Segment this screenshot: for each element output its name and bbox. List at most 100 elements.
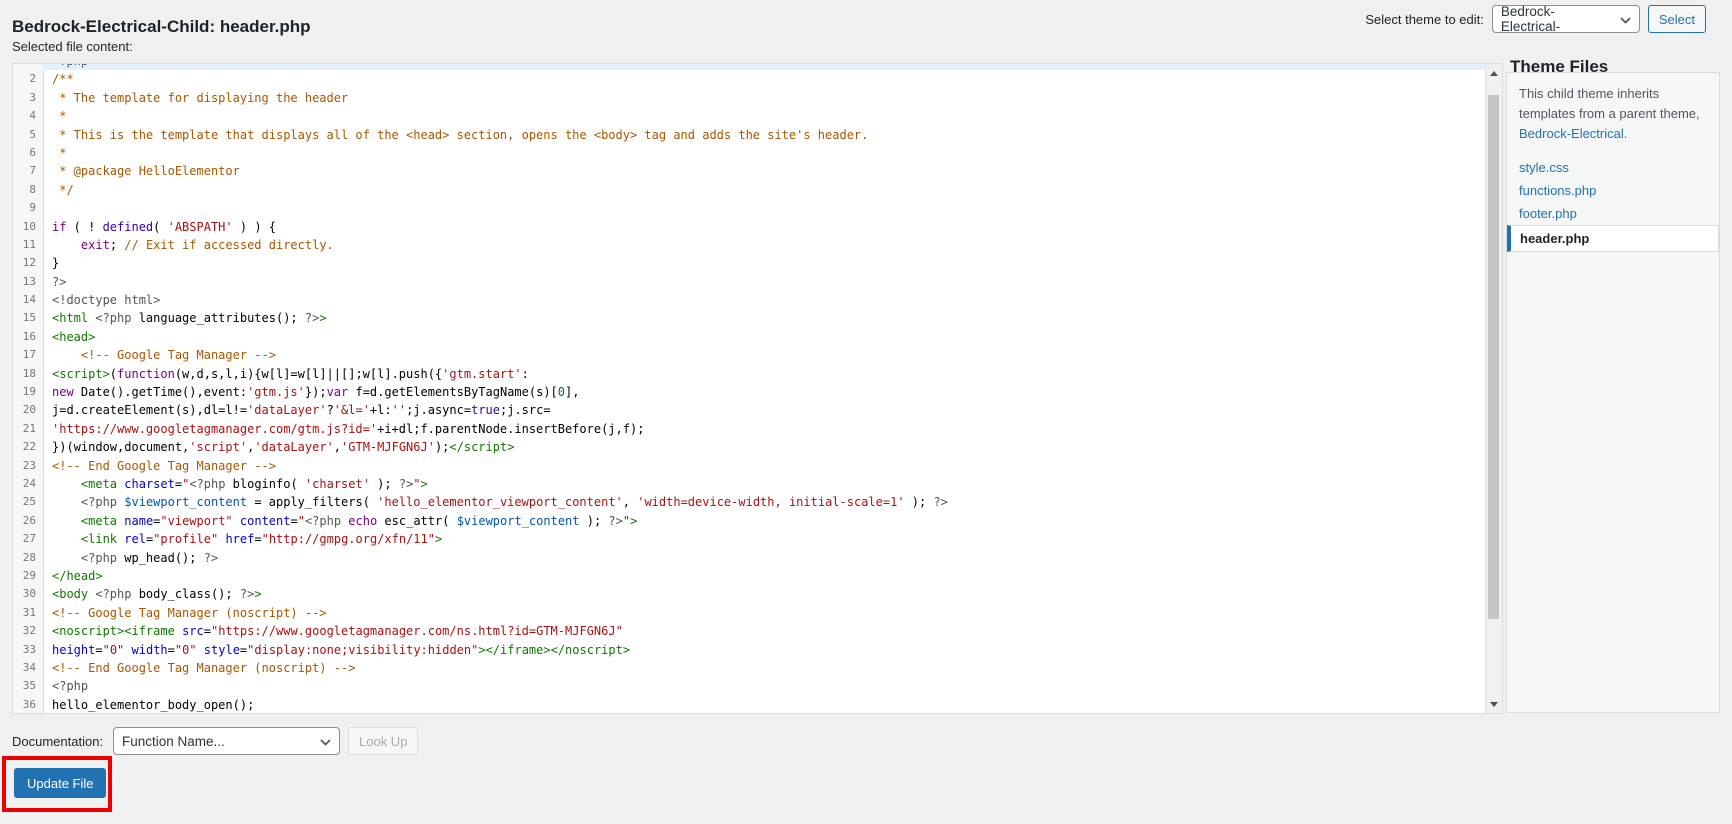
line-number: 19 — [22, 385, 36, 399]
code-line-text: </head> — [52, 568, 103, 583]
update-file-button[interactable]: Update File — [14, 768, 107, 798]
code-line[interactable]: 2 /** — [13, 70, 1486, 88]
code-line[interactable]: 16 <head> — [13, 328, 1486, 346]
code-line[interactable]: 20 j=d.createElement(s),dl=l!='dataLayer'… — [13, 401, 1486, 419]
line-number: 17 — [22, 348, 36, 362]
line-number: 9 — [29, 201, 36, 215]
theme-file-link[interactable]: footer.php — [1519, 206, 1577, 221]
code-line[interactable]: 22 })(window,document,'script','dataLayer… — [13, 438, 1486, 456]
theme-file-item: header.php — [1507, 225, 1719, 253]
chevron-down-icon — [1620, 12, 1631, 27]
line-number: 25 — [22, 495, 36, 509]
code-line[interactable]: 27 <link rel="profile" href="http://gmpg… — [13, 530, 1486, 548]
scrollbar-thumb[interactable] — [1488, 95, 1499, 619]
theme-file-link[interactable]: functions.php — [1519, 183, 1596, 198]
line-number: 7 — [29, 164, 36, 178]
editor-scrollbar[interactable] — [1485, 64, 1502, 713]
code-line-text: })(window,document,'script','dataLayer',… — [52, 440, 515, 455]
line-number: 26 — [22, 513, 36, 527]
chevron-down-icon — [320, 734, 331, 749]
code-line[interactable]: 5 * This is the template that displays a… — [13, 126, 1486, 144]
code-line[interactable]: 24 <meta charset="<?php bloginfo( 'chars… — [13, 475, 1486, 493]
code-line-text: <?php $viewport_content = apply_filters(… — [80, 495, 948, 510]
line-number: 11 — [22, 237, 36, 251]
code-line-text: <?php — [52, 679, 89, 694]
theme-editor-page: Bedrock-Electrical-Child: header.php Sel… — [0, 0, 1732, 824]
code-line-text: <?php wp_head(); ?> — [80, 550, 219, 565]
code-line[interactable]: 32 <noscript><iframe src="https://www.goo… — [13, 622, 1486, 640]
line-number: 28 — [22, 550, 36, 564]
code-line[interactable]: 34 <!-- End Google Tag Manager (noscript)… — [13, 659, 1486, 677]
code-line[interactable]: 36 hello_elementor_body_open(); — [13, 696, 1486, 713]
code-line[interactable]: 14 <!doctype html> — [13, 291, 1486, 309]
line-number: 22 — [22, 440, 36, 454]
code-editor-lines: 1<?php2/**3 * The template for displayin… — [13, 64, 1486, 713]
theme-file-list: style.css functions.php footer.php header.p… — [1507, 156, 1719, 253]
theme-select-dropdown[interactable]: Bedrock-Electrical- — [1491, 4, 1640, 34]
documentation-dropdown-value: Function Name... — [122, 733, 225, 749]
scrollbar-up-arrow-icon[interactable] — [1486, 65, 1502, 81]
theme-file-link[interactable]: style.css — [1519, 160, 1569, 175]
line-number: 8 — [29, 182, 36, 196]
code-line[interactable]: 9 — [13, 199, 1486, 217]
theme-file-item: footer.php — [1507, 202, 1719, 225]
theme-file-link[interactable]: header.php — [1520, 231, 1589, 246]
code-line[interactable]: 6 * — [13, 144, 1486, 162]
select-theme-button[interactable]: Select — [1647, 5, 1706, 33]
code-line[interactable]: 29 </head> — [13, 567, 1486, 585]
code-line-text: <html <?php language_attributes(); ?>> — [52, 311, 327, 326]
code-line[interactable]: 21 'https://www.googletagmanager.com/gtm.… — [13, 420, 1486, 438]
code-line[interactable]: 8 */ — [13, 181, 1486, 199]
code-line-text: exit; // Exit if accessed directly. — [80, 237, 334, 252]
line-number: 3 — [29, 90, 36, 104]
code-editor-area[interactable]: 1<?php2/**3 * The template for displayin… — [13, 64, 1486, 713]
line-number: 23 — [22, 458, 36, 472]
line-number: 12 — [22, 256, 36, 270]
code-line[interactable]: 26 <meta name="viewport" content="<?php … — [13, 512, 1486, 530]
scrollbar-down-arrow-icon[interactable] — [1486, 696, 1502, 712]
code-line[interactable]: 31 <!-- Google Tag Manager (noscript) --> — [13, 604, 1486, 622]
code-line-text: } — [52, 256, 60, 271]
code-line[interactable]: 30 <body <?php body_class(); ?>> — [13, 585, 1486, 603]
code-line[interactable]: 3 * The template for displaying the head… — [13, 89, 1486, 107]
code-line-text: <meta charset="<?php bloginfo( 'charset'… — [80, 476, 428, 491]
line-number: 35 — [22, 679, 36, 693]
code-line-text: height="0" width="0" style="display:none… — [52, 642, 631, 657]
code-line[interactable]: 12} — [13, 254, 1486, 272]
documentation-dropdown[interactable]: Function Name... — [113, 727, 340, 755]
code-line[interactable]: 10 if ( ! defined( 'ABSPATH' ) ) { — [13, 218, 1486, 236]
child-theme-notice-text: This child theme inherits templates from… — [1519, 86, 1700, 122]
code-line[interactable]: 25 <?php $viewport_content = apply_filte… — [13, 493, 1486, 511]
code-line-text: /** — [52, 72, 74, 87]
code-line[interactable]: 28 <?php wp_head(); ?> — [13, 549, 1486, 567]
selected-file-content-label: Selected file content: — [12, 39, 133, 54]
code-line[interactable]: 7 * @package HelloElementor — [13, 162, 1486, 180]
parent-theme-link[interactable]: Bedrock-Electrical. — [1519, 126, 1627, 141]
code-line[interactable]: 23 <!-- End Google Tag Manager --> — [13, 457, 1486, 475]
code-line-text: <script>(function(w,d,s,l,i){w[l]=w[l]||… — [52, 366, 529, 381]
code-line[interactable]: 17 <!-- Google Tag Manager --> — [13, 346, 1486, 364]
code-line-text: <!doctype html> — [52, 293, 161, 308]
line-number: 20 — [22, 403, 36, 417]
code-line[interactable]: 19 new Date().getTime(),event:'gtm.js'});… — [13, 383, 1486, 401]
code-line[interactable]: 33 height="0" width="0" style="display:no… — [13, 641, 1486, 659]
code-line-text: <!-- Google Tag Manager --> — [80, 348, 276, 363]
line-number: 6 — [29, 145, 36, 159]
line-number: 13 — [22, 274, 36, 288]
code-line[interactable]: 11 exit; // Exit if accessed directly. — [13, 236, 1486, 254]
code-line-text: ?> — [52, 274, 67, 289]
line-number: 34 — [22, 660, 36, 674]
code-line[interactable]: 13 ?> — [13, 273, 1486, 291]
code-line[interactable]: 35 <?php — [13, 677, 1486, 695]
theme-select-row: Select theme to edit: Bedrock-Electrical… — [1365, 4, 1706, 34]
code-line-text: * The template for displaying the header — [52, 90, 349, 105]
line-number: 24 — [22, 476, 36, 490]
line-number: 4 — [29, 109, 36, 123]
code-line[interactable]: 15 <html <?php language_attributes(); ?>> — [13, 309, 1486, 327]
theme-select-value: Bedrock-Electrical- — [1500, 4, 1561, 34]
code-line[interactable]: 18 <script>(function(w,d,s,l,i){w[l]=w[l]… — [13, 365, 1486, 383]
line-number: 30 — [22, 587, 36, 601]
code-line-text: <!-- End Google Tag Manager --> — [52, 458, 276, 473]
code-line[interactable]: 4 * — [13, 107, 1486, 125]
